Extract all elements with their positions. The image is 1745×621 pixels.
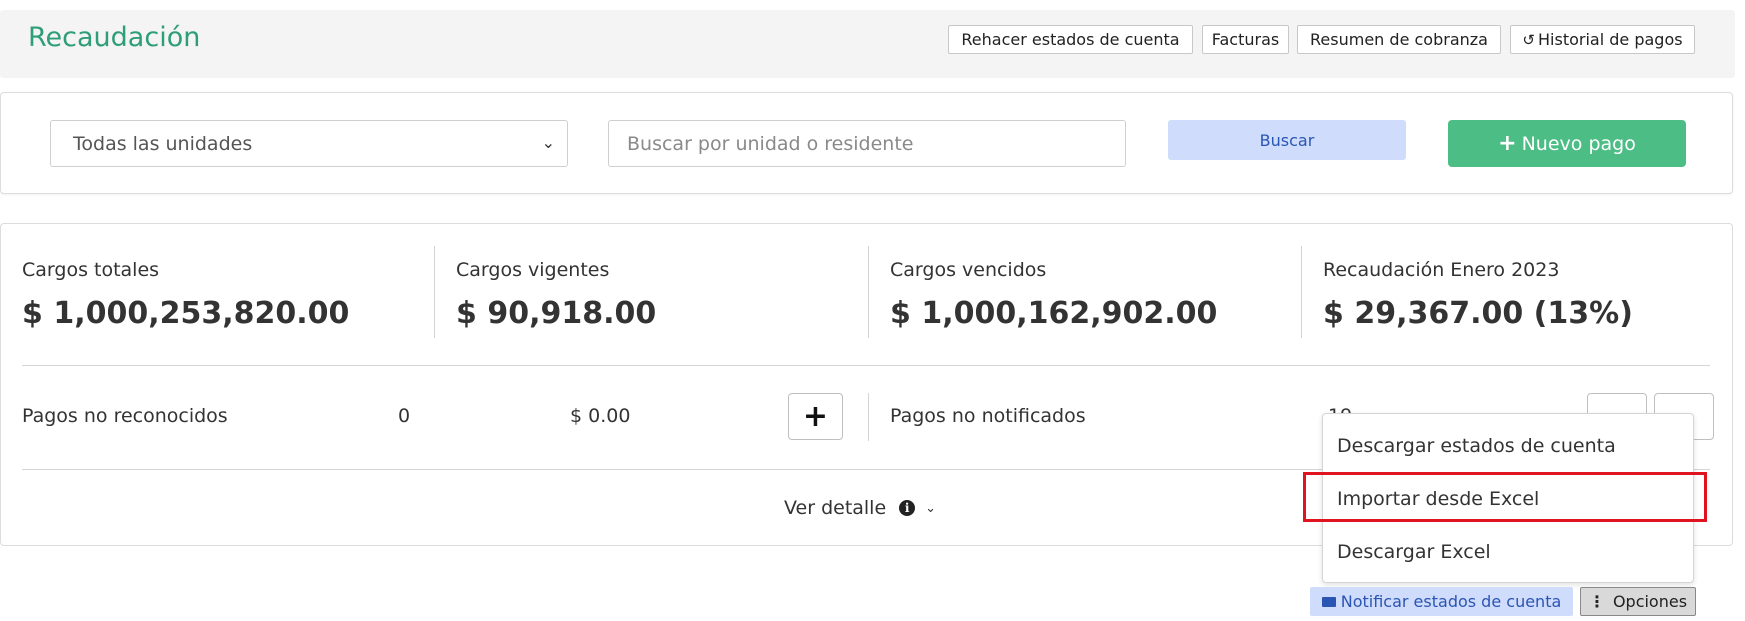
stat-value-total: $ 1,000,253,820.00 bbox=[22, 296, 350, 331]
search-button-label: Buscar bbox=[1259, 130, 1315, 150]
resumen-cobranza-button[interactable]: Resumen de cobranza bbox=[1297, 25, 1501, 54]
info-icon: i bbox=[899, 500, 916, 516]
unrecognized-count: 0 bbox=[398, 405, 411, 427]
stat-label-recaudacion: Recaudación Enero 2023 bbox=[1323, 259, 1560, 281]
plus-icon: + bbox=[802, 399, 829, 434]
unrecognized-label: Pagos no reconocidos bbox=[22, 405, 228, 427]
facturas-label: Facturas bbox=[1211, 30, 1280, 49]
highlight-box bbox=[1303, 472, 1707, 522]
new-payment-label: Nuevo pago bbox=[1521, 132, 1636, 155]
stat-label-vencidos: Cargos vencidos bbox=[890, 259, 1047, 281]
stat-label-vigentes: Cargos vigentes bbox=[456, 259, 610, 281]
row-divider-vertical bbox=[868, 393, 869, 441]
search-button[interactable]: Buscar bbox=[1168, 120, 1406, 160]
ver-detalle-toggle[interactable]: Ver detalle i ⌄ bbox=[784, 497, 936, 519]
row-divider bbox=[22, 365, 1710, 366]
notify-statements-label: Notificar estados de cuenta bbox=[1340, 592, 1562, 611]
stat-value-vencidos: $ 1,000,162,902.00 bbox=[890, 296, 1218, 331]
history-icon: ↺ bbox=[1522, 30, 1535, 49]
unnotified-label: Pagos no notificados bbox=[890, 405, 1086, 427]
vertical-dots-icon: ⋮ bbox=[1588, 592, 1605, 611]
unrecognized-amount: $ 0.00 bbox=[570, 405, 631, 427]
facturas-button[interactable]: Facturas bbox=[1202, 25, 1289, 54]
chevron-down-icon: ⌄ bbox=[925, 500, 937, 516]
menu-item-descargar-excel[interactable]: Descargar Excel bbox=[1337, 541, 1491, 563]
stat-divider bbox=[868, 246, 869, 338]
historial-pagos-button[interactable]: ↺ Historial de pagos bbox=[1510, 25, 1695, 54]
resumen-cobranza-label: Resumen de cobranza bbox=[1310, 30, 1488, 49]
options-label: Opciones bbox=[1612, 592, 1688, 611]
search-input[interactable] bbox=[608, 120, 1126, 167]
rehacer-estados-label: Rehacer estados de cuenta bbox=[961, 30, 1180, 49]
plus-icon: + bbox=[1498, 131, 1517, 156]
rehacer-estados-button[interactable]: Rehacer estados de cuenta bbox=[948, 25, 1193, 54]
stat-label-total: Cargos totales bbox=[22, 259, 160, 281]
page-title: Recaudación bbox=[28, 22, 201, 53]
chevron-down-icon: ⌄ bbox=[541, 133, 555, 152]
stat-value-vigentes: $ 90,918.00 bbox=[456, 296, 657, 331]
stat-value-recaudacion: $ 29,367.00 (13%) bbox=[1323, 296, 1633, 331]
options-button[interactable]: ⋮ Opciones bbox=[1580, 587, 1696, 616]
add-unrecognized-button[interactable]: + bbox=[788, 393, 843, 440]
stat-divider bbox=[1301, 246, 1302, 338]
notify-statements-button[interactable]: Notificar estados de cuenta bbox=[1310, 587, 1573, 616]
menu-item-descargar-estados[interactable]: Descargar estados de cuenta bbox=[1337, 435, 1616, 457]
unit-select-value: Todas las unidades bbox=[73, 132, 253, 155]
historial-pagos-label: Historial de pagos bbox=[1538, 30, 1683, 49]
new-payment-button[interactable]: + Nuevo pago bbox=[1448, 120, 1686, 167]
ver-detalle-label: Ver detalle bbox=[784, 497, 887, 519]
stat-divider bbox=[434, 246, 435, 338]
envelope-icon bbox=[1321, 596, 1336, 607]
unit-select[interactable]: Todas las unidades ⌄ bbox=[50, 120, 568, 167]
